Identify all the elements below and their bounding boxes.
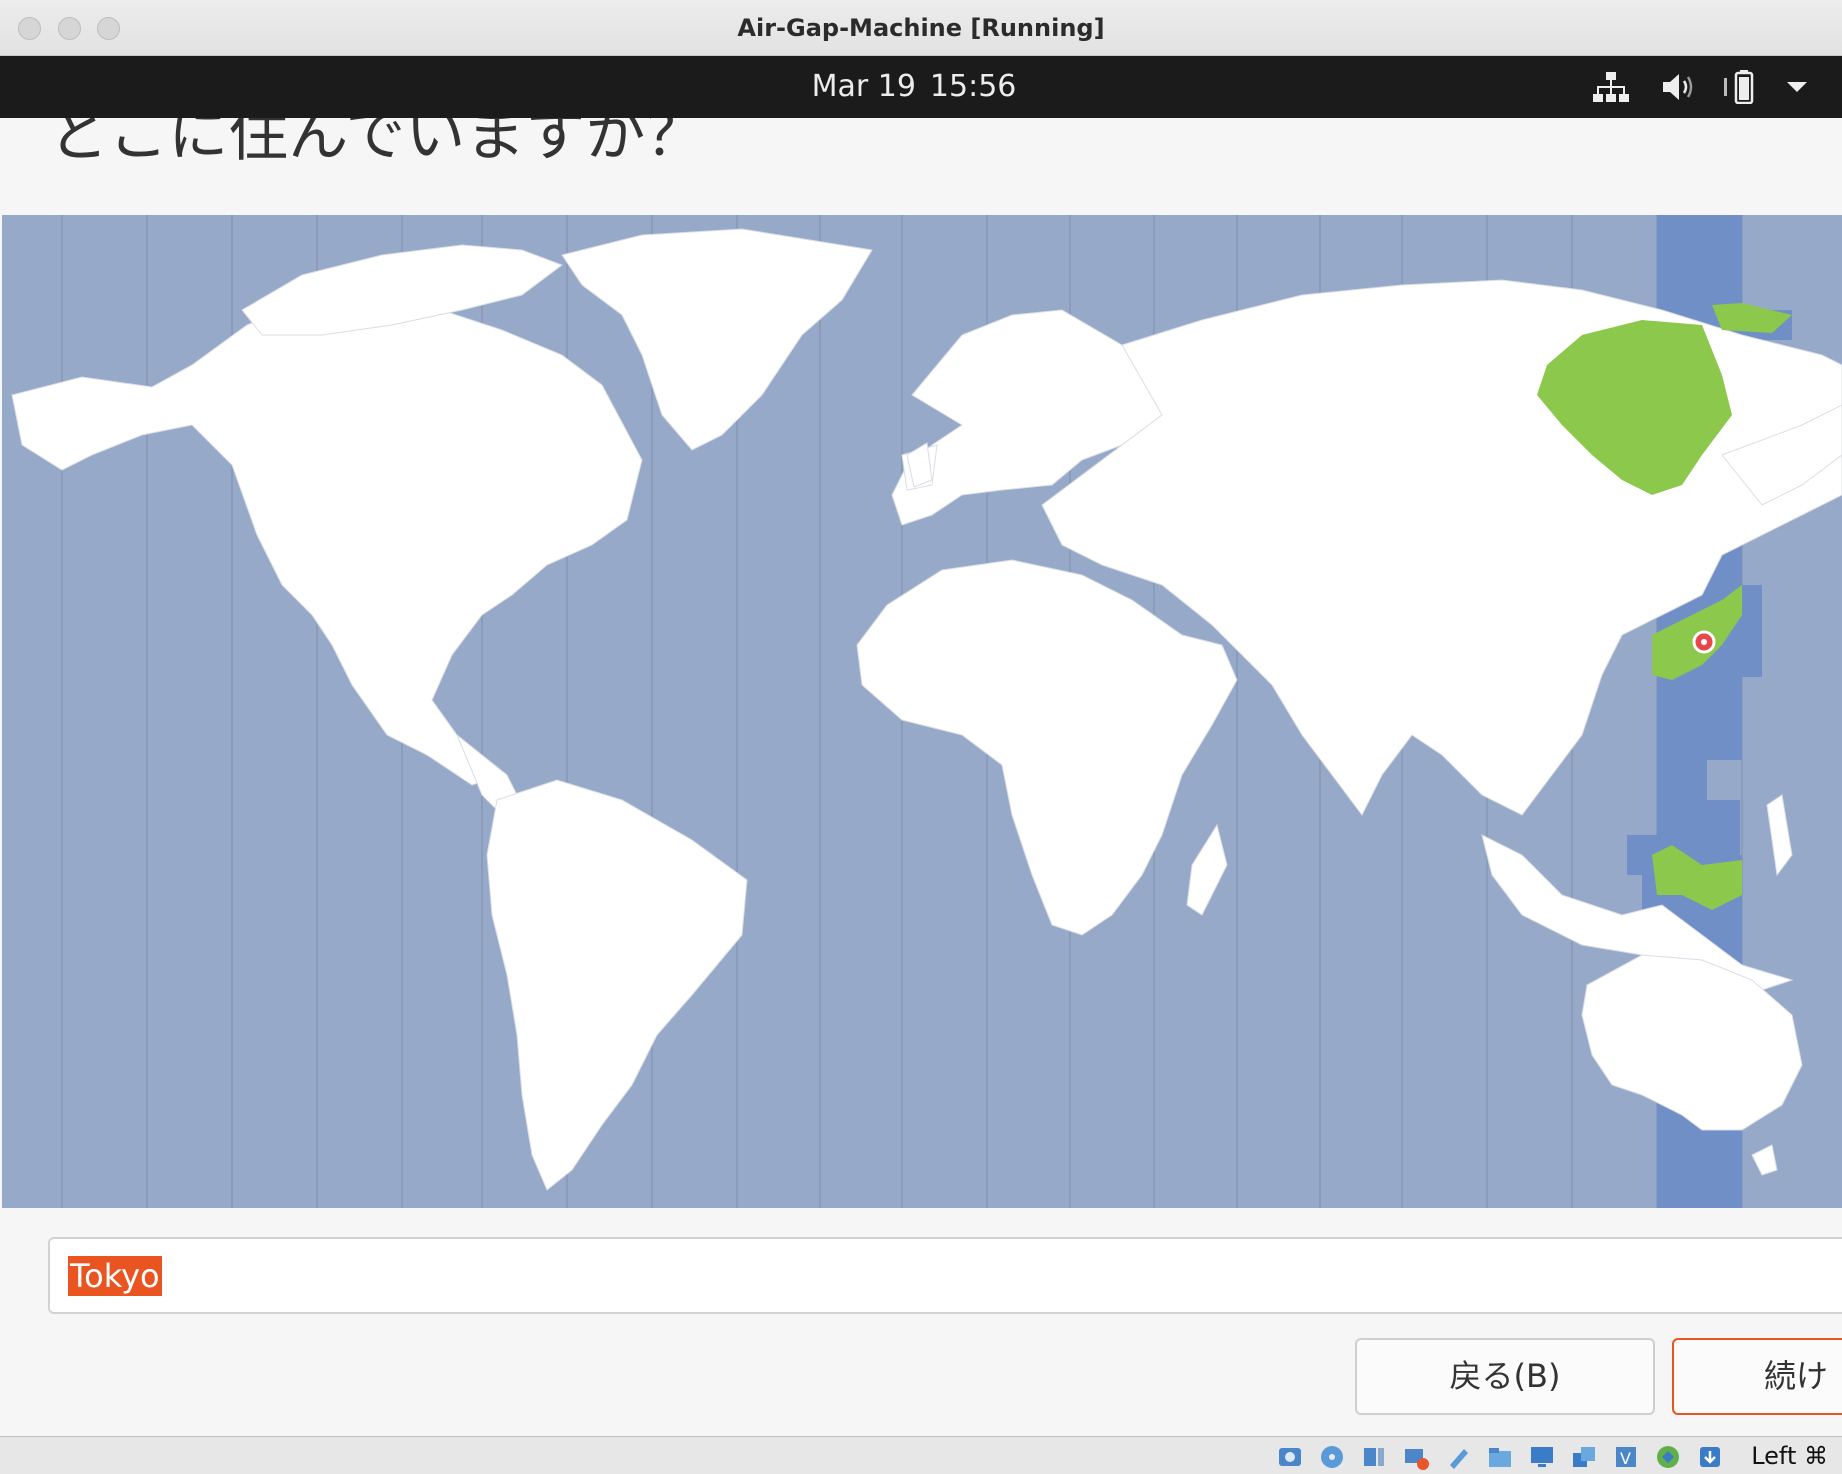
timezone-field[interactable]: Tokyo <box>48 1237 1842 1314</box>
shared-folder-icon[interactable] <box>1486 1443 1514 1471</box>
svg-text:V: V <box>1620 1449 1631 1468</box>
vm-window: Air-Gap-Machine [Running] どこに住んでいますか？ Ma… <box>0 0 1842 1474</box>
download-icon[interactable] <box>1696 1443 1724 1471</box>
optical-drive-icon[interactable] <box>1318 1443 1346 1471</box>
window-title: Air-Gap-Machine [Running] <box>737 14 1105 42</box>
host-key-indicator: Left ⌘ <box>1751 1442 1828 1470</box>
timezone-selected-text[interactable]: Tokyo <box>68 1256 162 1296</box>
continue-button[interactable]: 続け <box>1672 1338 1842 1415</box>
window-titlebar: Air-Gap-Machine [Running] <box>0 0 1842 56</box>
usb-icon[interactable] <box>1444 1443 1472 1471</box>
menu-dropdown-icon[interactable] <box>1784 70 1810 104</box>
world-map[interactable] <box>2 215 1842 1208</box>
cpu-icon[interactable]: V <box>1612 1443 1640 1471</box>
video-capture-icon[interactable] <box>1570 1443 1598 1471</box>
clock[interactable]: Mar 19 15:56 <box>0 56 1842 118</box>
display-icon[interactable] <box>1528 1443 1556 1471</box>
network-icon[interactable] <box>1592 70 1630 104</box>
virtualbox-status-bar: V Left ⌘ <box>0 1436 1842 1474</box>
back-button[interactable]: 戻る(B) <box>1355 1338 1655 1415</box>
ubuntu-top-bar: Mar 19 15:56 <box>0 56 1842 118</box>
timezone-map[interactable] <box>2 215 1842 1208</box>
tokyo-location-marker[interactable] <box>1692 630 1716 654</box>
volume-icon[interactable] <box>1660 70 1698 104</box>
hard-disk-icon[interactable] <box>1276 1443 1304 1471</box>
guest-additions-icon[interactable] <box>1654 1443 1682 1471</box>
battery-icon[interactable] <box>1722 70 1762 104</box>
clock-date: Mar 19 <box>811 69 916 104</box>
audio-icon[interactable] <box>1360 1443 1388 1471</box>
clock-time: 15:56 <box>929 69 1017 104</box>
network-adapter-icon[interactable] <box>1402 1443 1430 1471</box>
